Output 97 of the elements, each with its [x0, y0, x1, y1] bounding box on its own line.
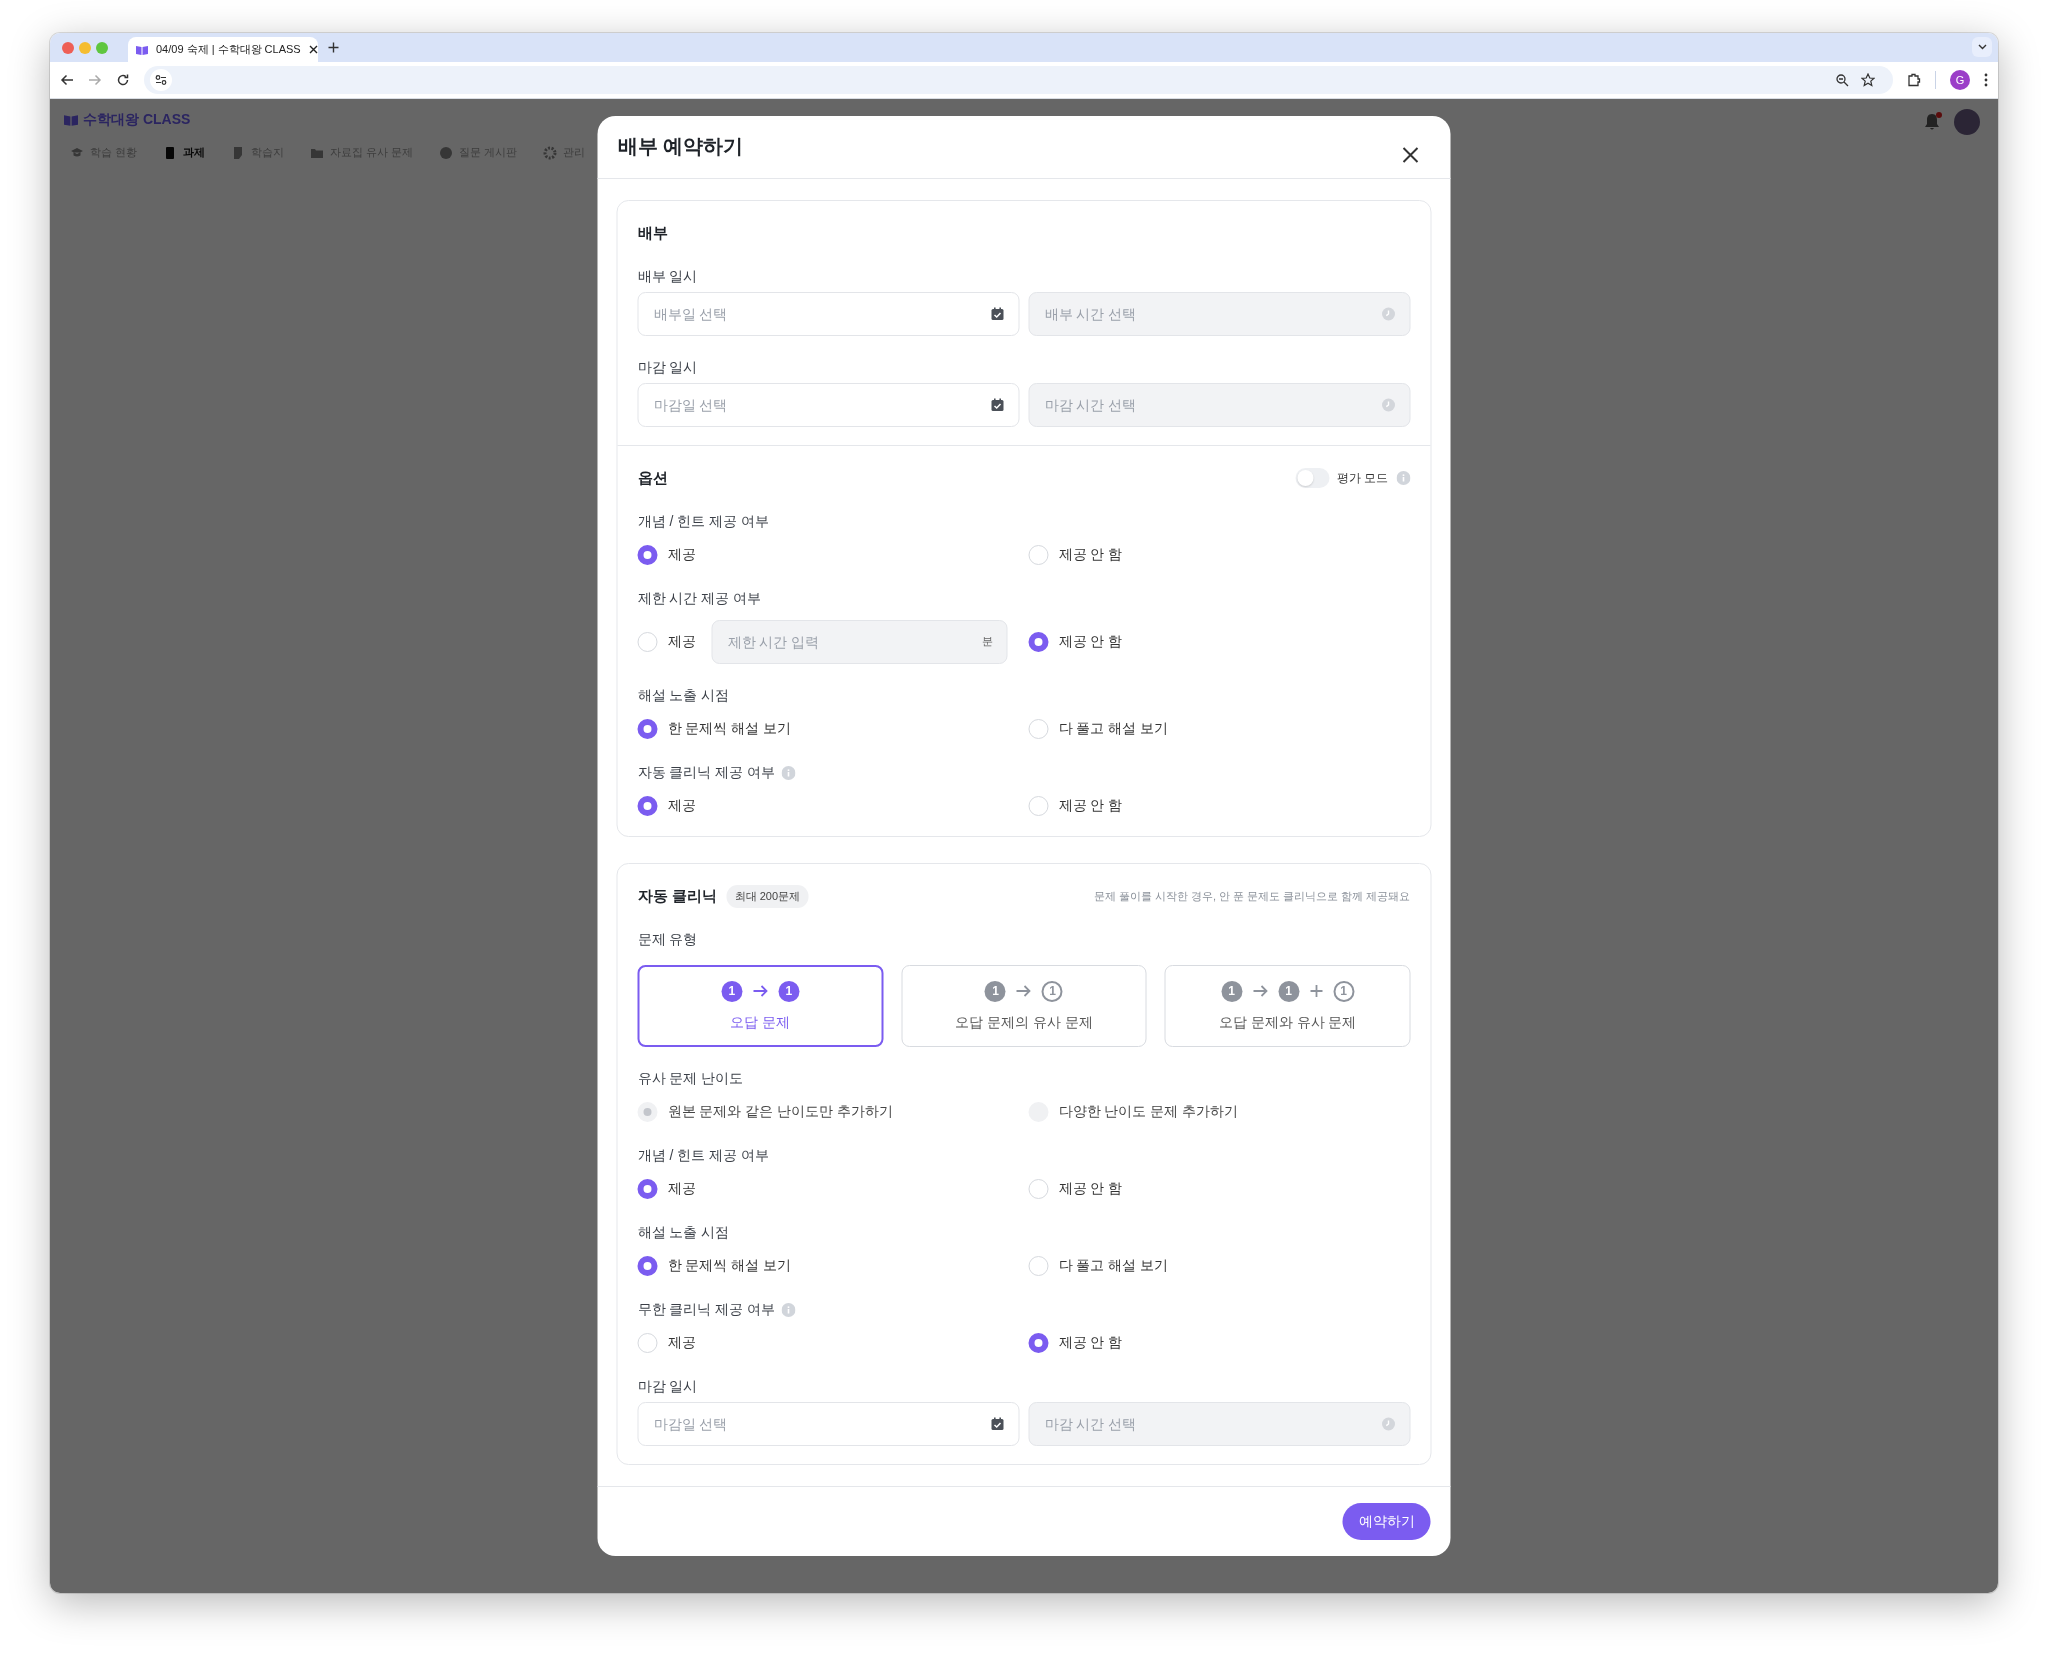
option-label: 제공 안 함 — [1058, 1334, 1123, 1352]
book-icon — [136, 44, 148, 55]
calendar-icon — [990, 398, 1005, 412]
date-field[interactable]: 마감일 선택 — [637, 383, 1020, 427]
maximize-window-button[interactable] — [96, 41, 108, 54]
option-label: 제공 — [667, 797, 696, 815]
number-badge: 1 — [1042, 980, 1063, 1002]
radio-button[interactable] — [637, 1179, 658, 1199]
arrow-icon — [752, 984, 769, 998]
forward-icon[interactable] — [88, 73, 102, 87]
field-label: 문제 유형 — [637, 931, 698, 949]
field-label: 유사 문제 난이도 — [637, 1070, 744, 1088]
close-icon[interactable] — [308, 45, 318, 54]
number-badge: 1 — [985, 980, 1006, 1002]
radio-button[interactable] — [637, 545, 658, 565]
chevron-down-icon — [1977, 44, 1987, 50]
back-icon[interactable] — [60, 73, 74, 87]
section-title: 옵션 — [637, 468, 668, 488]
number-badge: 1 — [1278, 980, 1300, 1002]
option-label: 제공 안 함 — [1058, 546, 1123, 564]
unit-label: 분 — [981, 634, 993, 649]
type-option-card[interactable]: 1 1 오답 문제의 유사 문제 — [901, 965, 1147, 1047]
close-window-button[interactable] — [62, 41, 74, 54]
clock-icon — [1381, 398, 1396, 412]
option-label: 제공 안 함 — [1058, 797, 1123, 815]
close-button[interactable] — [1402, 147, 1419, 163]
zoom-out-icon[interactable] — [1836, 73, 1849, 87]
option-label: 다 풀고 해설 보기 — [1058, 1257, 1169, 1275]
profile-avatar[interactable]: G — [1950, 70, 1970, 90]
number-badge: 1 — [778, 980, 800, 1002]
arrow-icon — [1016, 984, 1032, 998]
section-note: 문제 풀이를 시작한 경우, 안 푼 문제도 클리닉으로 함께 제공돼요 — [1093, 888, 1411, 904]
radio-button[interactable] — [637, 796, 658, 816]
info-icon[interactable] — [1396, 471, 1411, 485]
date-field[interactable]: 마감일 선택 — [637, 1402, 1020, 1446]
book-icon — [64, 114, 78, 126]
option-label: 다 풀고 해설 보기 — [1058, 720, 1169, 738]
info-icon[interactable] — [781, 766, 796, 780]
submit-button[interactable]: 예약하기 — [1342, 1503, 1431, 1540]
calendar-icon — [990, 307, 1005, 321]
clock-icon — [1381, 1417, 1396, 1431]
arrow-icon — [1252, 984, 1269, 998]
field-label: 배부 일시 — [637, 268, 698, 286]
number-badge: 1 — [721, 980, 743, 1002]
toggle-label: 평가 모드 — [1337, 469, 1389, 487]
field-label: 해설 노출 시점 — [637, 687, 730, 705]
star-icon[interactable] — [1861, 73, 1875, 87]
section-title: 배부 — [637, 223, 668, 243]
section-title: 자동 클리닉 — [637, 886, 717, 906]
radio-button[interactable] — [637, 1256, 658, 1276]
user-avatar[interactable] — [1954, 109, 1980, 135]
field-label: 해설 노출 시점 — [637, 1224, 730, 1242]
type-option-card[interactable]: 1 1 1 오답 문제와 유사 문제 — [1164, 965, 1411, 1047]
plus-icon — [1309, 984, 1324, 998]
field-label: 마감 일시 — [637, 359, 698, 377]
calendar-icon — [990, 1417, 1005, 1431]
option-label: 제공 — [667, 1180, 696, 1198]
limit-badge: 최대 200문제 — [726, 884, 809, 908]
option-label: 제공 안 함 — [1058, 1180, 1123, 1198]
menu-icon[interactable] — [1984, 73, 1988, 87]
field-label: 제한 시간 제공 여부 — [637, 590, 762, 608]
browser-tab[interactable]: 04/09 숙제 | 수학대왕 CLASS — [128, 37, 318, 62]
radio-button[interactable] — [1028, 1333, 1049, 1353]
puzzle-icon[interactable] — [1907, 73, 1921, 87]
new-tab-icon[interactable] — [328, 42, 339, 53]
clock-icon — [1381, 307, 1396, 321]
option-label: 한 문제씩 해설 보기 — [667, 1257, 792, 1275]
radio-button[interactable] — [637, 719, 658, 739]
bell-icon[interactable] — [1924, 113, 1940, 131]
type-option-card[interactable]: 1 1 오답 문제 — [637, 965, 884, 1047]
field-label: 마감 일시 — [637, 1378, 698, 1396]
option-label: 한 문제씩 해설 보기 — [667, 720, 792, 738]
field-label: 무한 클리닉 제공 여부 — [637, 1301, 776, 1319]
field-label: 자동 클리닉 제공 여부 — [637, 764, 776, 782]
tab-list-button[interactable] — [1972, 37, 1992, 57]
info-icon[interactable] — [781, 1303, 796, 1317]
chat-bubble-icon — [439, 145, 454, 160]
option-label: 제공 — [667, 633, 696, 651]
site-settings-icon[interactable] — [155, 75, 167, 85]
field-label: 개념 / 힌트 제공 여부 — [637, 1147, 769, 1165]
number-badge: 1 — [1221, 980, 1243, 1002]
option-label: 제공 — [667, 546, 696, 564]
nav-tab[interactable]: 과제 — [163, 145, 206, 160]
field-label: 개념 / 힌트 제공 여부 — [637, 513, 769, 531]
modal-title: 배부 예약하기 — [617, 134, 744, 159]
number-badge: 1 — [1333, 980, 1355, 1002]
radio-button[interactable] — [1028, 632, 1049, 652]
close-icon — [1402, 147, 1419, 163]
toggle-switch[interactable] — [1295, 468, 1330, 488]
option-label: 제공 안 함 — [1058, 633, 1123, 651]
option-label: 원본 문제와 같은 난이도만 추가하기 — [667, 1103, 894, 1121]
option-label: 제공 — [667, 1334, 696, 1352]
gear-icon — [543, 145, 558, 160]
date-field[interactable]: 배부일 선택 — [637, 292, 1020, 336]
reload-icon[interactable] — [116, 73, 130, 87]
option-label: 다양한 난이도 문제 추가하기 — [1058, 1103, 1239, 1121]
app-logo[interactable]: 수학대왕 CLASS — [83, 111, 191, 129]
